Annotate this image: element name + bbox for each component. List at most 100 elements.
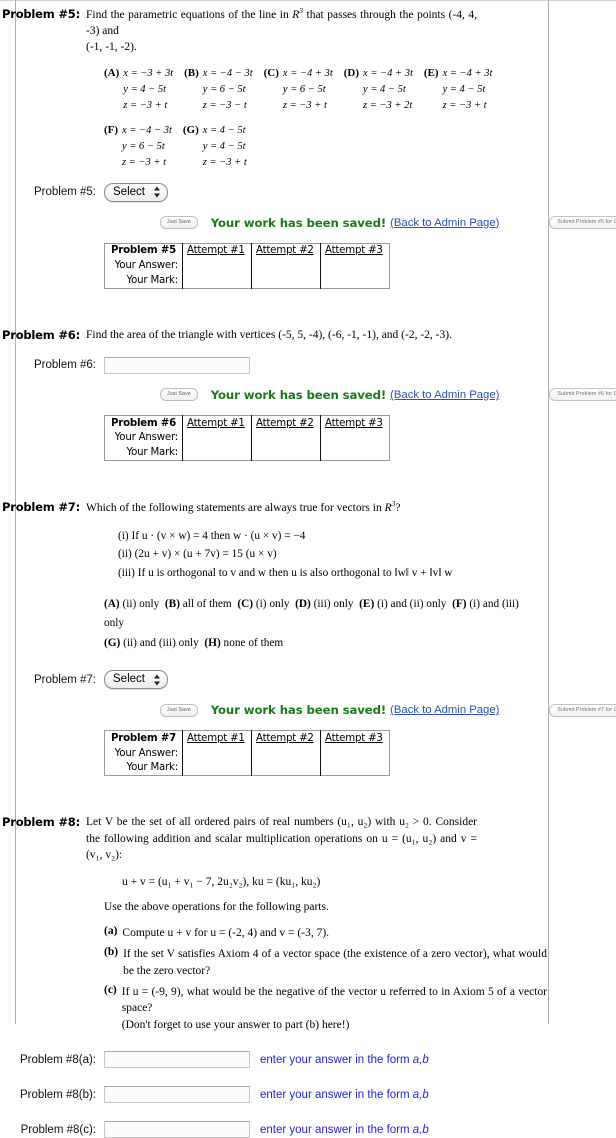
- choice-E-eq-x: x = −4 + 3t: [442, 67, 493, 79]
- problem-6-answer-input[interactable]: [104, 356, 250, 374]
- choice-F-eq-z: z = −3 + t: [122, 156, 167, 168]
- problem-5-select[interactable]: Select: [104, 182, 168, 202]
- problem-7-your-answer-label: Your Answer:: [104, 745, 183, 761]
- problem-5-answer-row: Problem #5: Select: [0, 182, 616, 202]
- problem-5-statement: Find the parametric equations of the lin…: [86, 6, 477, 56]
- problem-6-your-mark-label: Your Mark:: [104, 445, 183, 461]
- problem-6-your-answer-label: Your Answer:: [104, 430, 183, 446]
- problem-7-select-wrap[interactable]: Select: [104, 670, 168, 690]
- choice-G-equations: x = 4 − 5t y = 4 − 5t z = −3 + t: [203, 123, 247, 171]
- choice-E: (E) x = −4 + 3t y = 4 − 5t z = −3 + t: [424, 66, 493, 114]
- problem-8a-hint-prefix: enter your answer in the form: [260, 1053, 413, 1066]
- problem-7-statement-ii: (ii) (2u + v) × (u + 7v) = 15 (u × v): [118, 548, 277, 561]
- problem-7-statements-list: (i) If u · (v × w) = 4 then w · (u × v) …: [118, 527, 616, 582]
- problem-6-just-save-button[interactable]: Just Save: [160, 388, 198, 402]
- problem-8a-answer-input[interactable]: [104, 1051, 250, 1069]
- problem-7-statement-part2: ?: [395, 501, 401, 514]
- choice-B-eq-y: y = 6 − 5t: [202, 83, 246, 95]
- problem-7-saved-message: Your work has been saved!: [210, 703, 387, 718]
- problem-7-statement-part1: Which of the following statements are al…: [86, 501, 385, 514]
- option-A-text: (ii) only: [122, 597, 160, 610]
- problem-7-statement: Which of the following statements are al…: [86, 499, 477, 516]
- problem-8a-answer-label: Problem #8(a):: [19, 1053, 96, 1066]
- choice-E-equations: x = −4 + 3t y = 4 − 5t z = −3 + t: [443, 66, 493, 114]
- problem-7-statement-iii: (iii) If u is orthogonal to v and w then…: [118, 566, 453, 579]
- problem-6-table-title: Problem #6: [104, 415, 183, 431]
- attempt-2-label: Attempt #2: [256, 245, 314, 257]
- choice-A-eq-y: y = 4 − 5t: [123, 83, 167, 95]
- problem-8-part-b-text: If the set V satisfies Axiom 4 of a vect…: [123, 948, 547, 977]
- problem-6-back-to-admin-link[interactable]: (Back to Admin Page): [390, 389, 499, 401]
- problem-5-back-to-admin-link[interactable]: (Back to Admin Page): [390, 217, 499, 229]
- choice-C: (C) x = −4 + 3t y = 6 − 5t z = −3 + t: [264, 66, 333, 114]
- problem-5-answer-attempt-3: [321, 258, 390, 273]
- problem-5-block: Problem #5: Find the parametric equation…: [0, 0, 616, 289]
- choice-B-eq-z: z = −3 − t: [202, 99, 247, 111]
- choice-D-eq-y: y = 4 − 5t: [363, 83, 406, 95]
- choice-E-eq-y: y = 4 − 5t: [442, 83, 486, 95]
- problem-6-mark-attempt-2: [251, 445, 321, 461]
- option-E-tag: (E): [359, 597, 375, 610]
- problem-8-part-c: (c) If u = (-9, 9), what would be the ne…: [104, 984, 547, 1033]
- problem-5-answer-attempt-2: [251, 258, 321, 274]
- choice-D-eq-x: x = −4 + 3t: [363, 67, 413, 79]
- problem-8-part-c-text: If u = (-9, 9), what would be the negati…: [121, 986, 547, 1015]
- problem-7-attempt-1-header: Attempt #1: [182, 730, 252, 746]
- problem-8-part-c-note: (Don't forget to use your answer to part…: [121, 1018, 350, 1031]
- problem-7-R-symbol: R: [384, 501, 392, 514]
- problem-7-just-save-button[interactable]: Just Save: [160, 703, 198, 717]
- problem-6-submit-button[interactable]: Submit Problem #6 for Grading: [549, 388, 616, 402]
- problem-5-attempt-1-header: Attempt #1: [182, 243, 252, 259]
- problem-7-label: Problem #7:: [2, 499, 80, 514]
- problem-7-submit-button[interactable]: Submit Problem #7 for Grading: [549, 703, 616, 717]
- problem-7-attempts-table: Problem #7 Attempt #1 Attempt #2 Attempt…: [104, 730, 390, 777]
- option-C-tag: (C): [237, 597, 254, 610]
- problem-5-attempt-2-header: Attempt #2: [251, 243, 321, 259]
- option-B-text: all of them: [182, 597, 232, 610]
- problem-8c-answer-row: Problem #8(c): enter your answer in the …: [0, 1121, 616, 1138]
- choice-D-equations: x = −4 + 3t y = 4 − 5t z = −3 + 2t: [363, 66, 413, 114]
- problem-6-answer-attempt-1: [182, 430, 252, 446]
- problem-5-mark-attempt-3: [321, 273, 390, 288]
- attempt-1-label: Attempt #1: [187, 245, 245, 257]
- problem-5-select-wrap[interactable]: Select: [104, 182, 168, 202]
- problem-7-attempt-3-header: Attempt #3: [321, 731, 390, 746]
- attempt-1-label: Attempt #1: [187, 417, 245, 429]
- attempt-3-label: Attempt #3: [325, 417, 383, 429]
- problem-5-answer-attempt-1: [182, 258, 252, 274]
- problem-8b-answer-input[interactable]: [104, 1086, 250, 1104]
- problem-5-attempts-table: Problem #5 Attempt #1 Attempt #2 Attempt…: [104, 242, 390, 289]
- choice-D-eq-z: z = −3 + 2t: [363, 99, 413, 111]
- problem-8-part-a-tag: (a): [104, 925, 118, 938]
- problem-5-choices-row-1: (A) x = −3 + 3t y = 4 − 5t z = −3 + t (B…: [104, 66, 616, 114]
- problem-8b-hint: enter your answer in the form a,b: [260, 1089, 429, 1101]
- problem-5-statement-line2: (-1, -1, -2).: [86, 41, 137, 54]
- problem-5-just-save-button[interactable]: Just Save: [160, 216, 198, 230]
- choice-G-eq-x: x = 4 − 5t: [202, 124, 246, 136]
- problem-8-part-b: (b) If the set V satisfies Axiom 4 of a …: [104, 946, 547, 979]
- choice-C-eq-x: x = −4 + 3t: [282, 67, 333, 79]
- attempt-3-label: Attempt #3: [325, 245, 383, 257]
- choice-G-eq-z: z = −3 + t: [202, 156, 247, 168]
- problem-7-back-to-admin-link[interactable]: (Back to Admin Page): [390, 704, 499, 716]
- problem-7-select[interactable]: Select: [104, 670, 168, 690]
- problem-5-submit-button[interactable]: Submit Problem #5 for Grading: [549, 216, 616, 230]
- option-D-tag: (D): [295, 597, 311, 610]
- attempt-2-label: Attempt #2: [256, 732, 314, 744]
- assignment-page: Problem #5: Find the parametric equation…: [0, 0, 616, 1138]
- problem-5-your-mark-label: Your Mark:: [104, 273, 183, 289]
- choice-G: (G) x = 4 − 5t y = 4 − 5t z = −3 + t: [183, 123, 247, 171]
- choice-A-tag: (A): [104, 66, 120, 79]
- option-H-text: none of them: [223, 636, 284, 649]
- problem-6-saved-message: Your work has been saved!: [210, 387, 387, 402]
- choice-C-eq-y: y = 6 − 5t: [282, 83, 326, 95]
- choice-B-tag: (B): [184, 66, 199, 79]
- problem-8-part-a-text: Compute u + v for u = (-2, 4) and v = (-…: [122, 927, 330, 940]
- problem-6-saved-bar: Just Save Your work has been saved! (Bac…: [160, 388, 616, 402]
- choice-F-eq-y: y = 6 − 5t: [122, 140, 165, 152]
- choice-F-eq-x: x = −4 − 3t: [122, 124, 172, 136]
- problem-8-part-c-tag: (c): [104, 984, 117, 997]
- spacer-7-8: [0, 776, 616, 814]
- problem-8c-answer-input[interactable]: [104, 1121, 250, 1138]
- problem-8c-hint: enter your answer in the form a,b: [260, 1124, 429, 1136]
